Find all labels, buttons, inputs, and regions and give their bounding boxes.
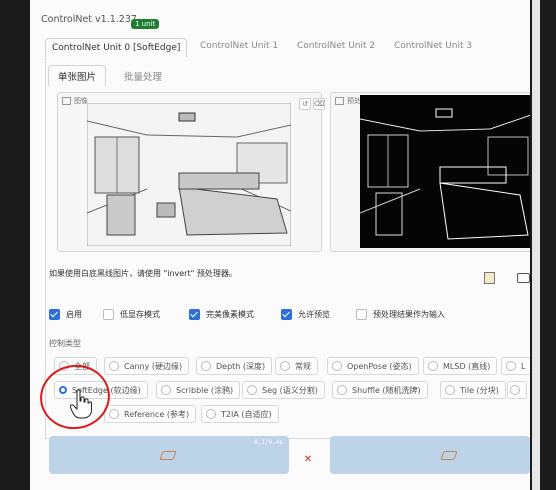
low-vram-checkbox[interactable]: 低显存模式 [103, 309, 160, 320]
unit-count-badge: 1 unit [131, 19, 160, 29]
radio-label: Canny (硬边缘) [124, 361, 183, 371]
radio-mlsd[interactable]: MLSD (直线) [423, 357, 498, 375]
image-input-panel[interactable]: 图像 ↺ ⌫ × ✎ [57, 92, 342, 252]
checkbox-box[interactable] [103, 309, 114, 320]
invert-hint: 如果使用白底黑线图片，请使用 "invert" 预处理器。 [49, 269, 237, 278]
extension-title: ControlNet v1.1.237 [41, 14, 137, 25]
radio-dot [428, 361, 438, 371]
radio-dot [201, 361, 211, 371]
preprocessor-preview-panel: 预处理结果预览 [330, 92, 530, 252]
radio-depth[interactable]: Depth (深度) [196, 357, 273, 375]
radio-dot [247, 385, 257, 395]
radio-label: Scribble (涂鸦) [176, 385, 234, 395]
progress-readout: 0.1/0.4s [254, 439, 283, 446]
radio-label: Depth (深度) [216, 361, 266, 371]
checkbox-label: 完美像素模式 [206, 310, 254, 319]
undo-icon[interactable]: ↺ [299, 98, 311, 110]
radio-label: 常规 [295, 361, 311, 371]
radio-reference[interactable]: Reference (参考) [104, 405, 197, 423]
checkbox-label: 启用 [66, 310, 82, 319]
radio-dot [109, 409, 119, 419]
bedroom-sketch-image [87, 103, 291, 246]
radio-label: L [521, 361, 526, 371]
radio-label: Tile (分块) [460, 385, 499, 395]
radio-openpose[interactable]: OpenPose (姿态) [327, 357, 419, 375]
radio-tile[interactable]: Tile (分块) [440, 381, 506, 399]
enable-checkbox[interactable]: 启用 [49, 309, 82, 320]
radio-dot [510, 385, 520, 395]
radio-dot [280, 361, 290, 371]
upload-icon [159, 451, 177, 460]
radio-label: Seg (语义分割) [262, 385, 318, 395]
tab-batch[interactable]: 批量处理 [124, 69, 162, 83]
controlnet-panel: ControlNet v1.1.237 1 unit ControlNet Un… [30, 0, 530, 490]
tab-unit-0[interactable]: ControlNet Unit 0 [SoftEdge] [45, 38, 188, 57]
scrollbar[interactable] [532, 0, 540, 490]
radio-dot [109, 361, 119, 371]
radio-dot [506, 361, 516, 371]
radio-dot [161, 385, 171, 395]
image-icon [335, 97, 344, 105]
radio-normal[interactable]: 常规 [275, 357, 318, 375]
radio-canny[interactable]: Canny (硬边缘) [104, 357, 190, 375]
radio-label: MLSD (直线) [443, 361, 491, 371]
checkbox-label: 低显存模式 [120, 310, 160, 319]
checkbox-label: 预处理结果作为输入 [373, 310, 445, 319]
radio-lineart[interactable]: L [501, 357, 530, 375]
preprocessor-as-input-checkbox[interactable]: 预处理结果作为输入 [356, 309, 445, 320]
checkbox-label: 允许预览 [298, 310, 330, 319]
radio-dot [445, 385, 455, 395]
checkbox-box[interactable] [356, 309, 367, 320]
swap-icon[interactable]: ✕ [303, 455, 313, 465]
notepad-icon[interactable] [484, 272, 495, 284]
hand-cursor-icon [70, 389, 92, 419]
image-icon [62, 97, 71, 105]
radio-dot [337, 385, 347, 395]
radio-dot [332, 361, 342, 371]
radio-t2ia[interactable]: T2IA (自适应) [201, 405, 279, 423]
radio-more[interactable] [507, 381, 527, 399]
checkbox-box[interactable] [49, 309, 60, 320]
tab-single-image[interactable]: 单张图片 [48, 65, 107, 86]
radio-dot [206, 409, 216, 419]
checkbox-box[interactable] [189, 309, 200, 320]
upload-dropzone-left[interactable]: 0.1/0.4s [49, 436, 289, 474]
pixel-perfect-checkbox[interactable]: 完美像素模式 [189, 309, 254, 320]
radio-label: Reference (参考) [124, 409, 190, 419]
radio-scribble[interactable]: Scribble (涂鸦) [156, 381, 241, 399]
upload-dropzone-right[interactable] [330, 436, 530, 474]
upload-icon [440, 451, 458, 460]
image-panel-label: 图像 [74, 97, 88, 105]
checkbox-box[interactable] [281, 309, 292, 320]
radio-label: T2IA (自适应) [221, 409, 272, 419]
eraser-icon[interactable]: ⌫ [313, 98, 325, 110]
control-type-label: 控制类型 [49, 339, 81, 348]
radio-shuffle[interactable]: Shuffle (随机洗牌) [332, 381, 428, 399]
tab-unit-1[interactable]: ControlNet Unit 1 [200, 41, 278, 51]
radio-seg[interactable]: Seg (语义分割) [242, 381, 325, 399]
tab-unit-2[interactable]: ControlNet Unit 2 [297, 41, 375, 51]
tab-unit-3[interactable]: ControlNet Unit 3 [394, 41, 472, 51]
radio-label: Shuffle (随机洗牌) [352, 385, 421, 395]
softedge-preview-image [360, 95, 530, 248]
radio-label: OpenPose (姿态) [347, 361, 412, 371]
allow-preview-checkbox[interactable]: 允许预览 [281, 309, 330, 320]
camera-icon[interactable] [517, 273, 530, 283]
